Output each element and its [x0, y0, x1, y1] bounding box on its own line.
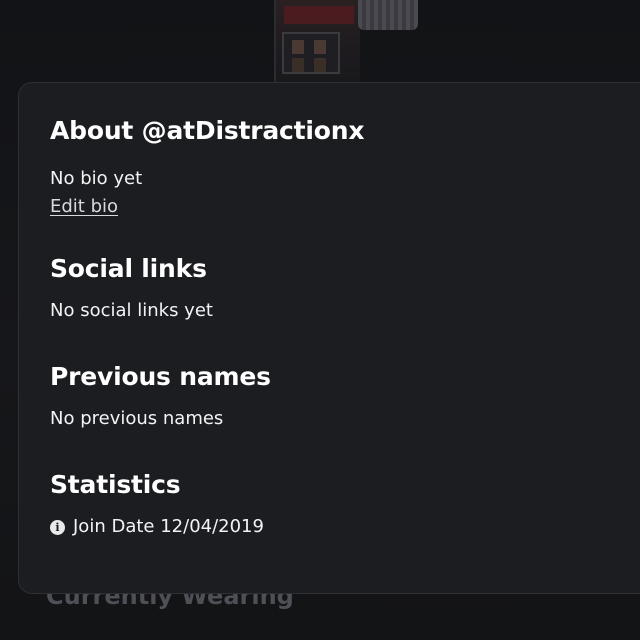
join-date-row: i Join Date 12/04/2019 [50, 513, 640, 541]
social-links-empty: No social links yet [50, 300, 213, 321]
bio-text: No bio yet [50, 168, 143, 189]
statistics-heading: Statistics [50, 470, 181, 499]
previous-names-section: Previous names No previous names [50, 361, 640, 433]
social-links-section: Social links No social links yet [50, 253, 640, 325]
about-heading: About @atDistractionx [50, 116, 365, 145]
profile-page: Currently Wearing About @atDistractionx … [0, 0, 640, 640]
edit-bio-link[interactable]: Edit bio [50, 193, 118, 221]
avatar-shoe [282, 32, 340, 74]
avatar-preview [268, 0, 418, 86]
info-icon: i [50, 519, 65, 535]
about-card: About @atDistractionx No bio yet Edit bi… [18, 82, 640, 594]
join-date-label: Join Date [73, 516, 155, 537]
join-date-value: 12/04/2019 [160, 516, 264, 537]
social-links-heading: Social links [50, 254, 207, 283]
avatar-belt [284, 6, 354, 24]
previous-names-heading: Previous names [50, 362, 271, 391]
statistics-section: Statistics i Join Date 12/04/2019 [50, 469, 640, 541]
previous-names-empty: No previous names [50, 408, 224, 429]
about-section: About @atDistractionx No bio yet Edit bi… [50, 115, 640, 221]
avatar-leg [274, 0, 360, 86]
avatar-accessory [358, 0, 418, 30]
